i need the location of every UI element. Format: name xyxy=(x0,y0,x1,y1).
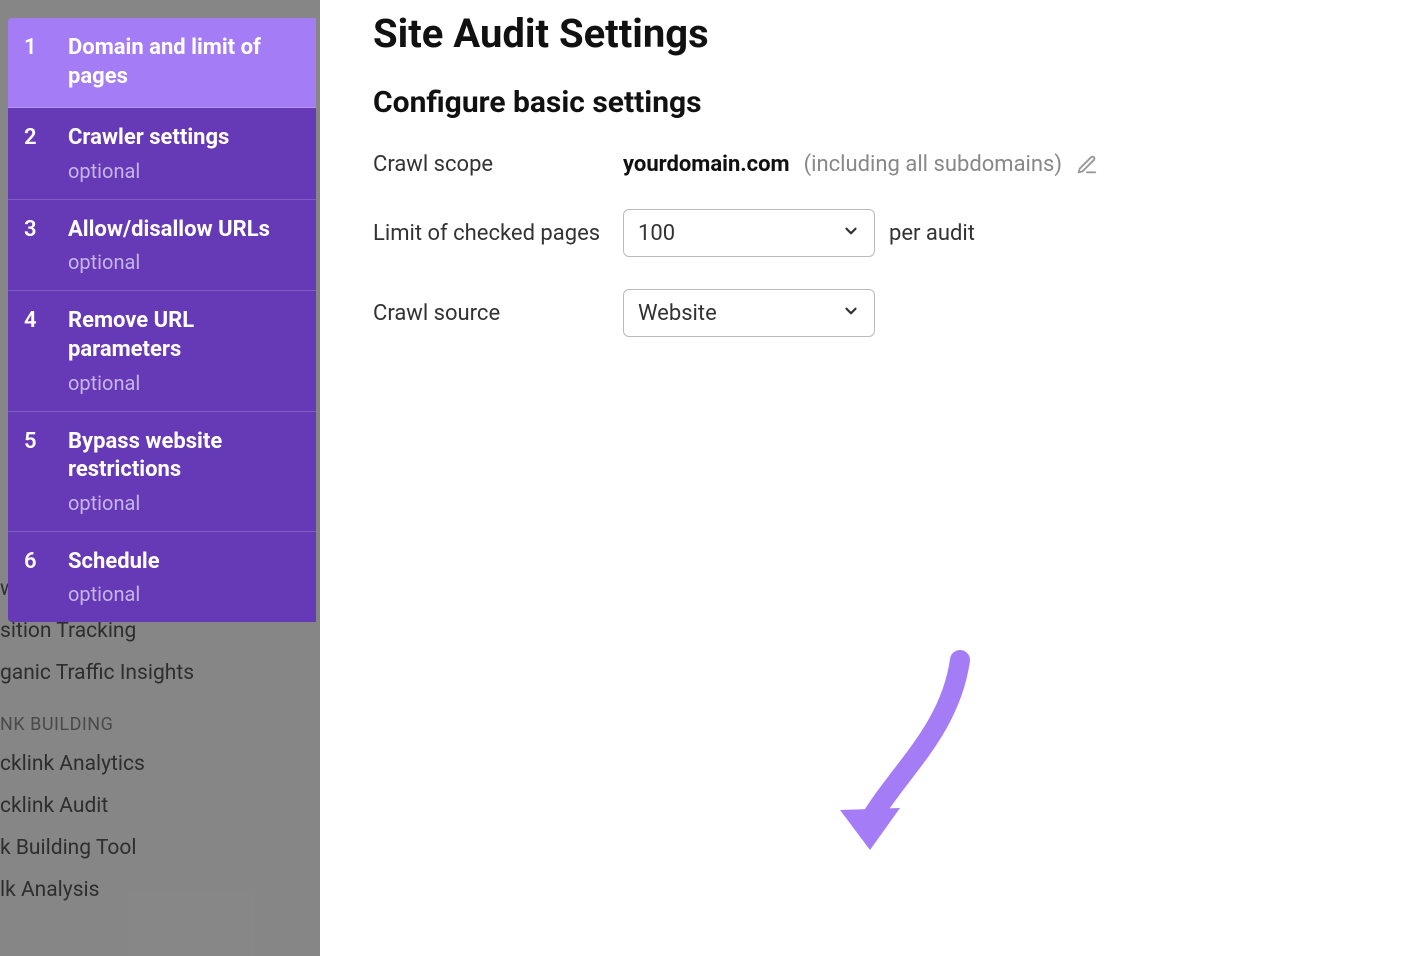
page-title: Site Audit Settings xyxy=(373,10,1357,57)
step-number: 5 xyxy=(24,428,68,515)
section-heading: Configure basic settings xyxy=(373,85,1357,120)
step-title: Crawler settings xyxy=(68,124,298,153)
limit-label: Limit of checked pages xyxy=(373,221,623,246)
step-subtitle: optional xyxy=(68,491,298,515)
limit-suffix: per audit xyxy=(889,221,975,246)
main-panel: Site Audit Settings Configure basic sett… xyxy=(373,10,1417,956)
row-limit: Limit of checked pages 100 per audit xyxy=(373,209,1357,257)
row-crawl-source: Crawl source Website xyxy=(373,289,1357,337)
step-number: 2 xyxy=(24,124,68,183)
step-subtitle: optional xyxy=(68,371,298,395)
wizard-step-allow-disallow[interactable]: 3 Allow/disallow URLs optional xyxy=(8,200,316,292)
step-number: 6 xyxy=(24,548,68,607)
step-number: 3 xyxy=(24,216,68,275)
wizard-step-bypass[interactable]: 5 Bypass website restrictions optional xyxy=(8,412,316,532)
wizard-step-domain[interactable]: 1 Domain and limit of pages xyxy=(8,18,316,108)
source-select[interactable]: Website xyxy=(623,289,875,337)
step-title: Allow/disallow URLs xyxy=(68,216,298,245)
step-subtitle: optional xyxy=(68,250,298,274)
step-subtitle: optional xyxy=(68,159,298,183)
source-value: Website xyxy=(638,301,717,326)
chevron-down-icon xyxy=(842,301,860,326)
wizard-step-schedule[interactable]: 6 Schedule optional xyxy=(8,532,316,623)
step-subtitle: optional xyxy=(68,582,298,606)
chevron-down-icon xyxy=(842,221,860,246)
wizard-steps: 1 Domain and limit of pages 2 Crawler se… xyxy=(8,18,316,622)
crawl-scope-label: Crawl scope xyxy=(373,152,623,177)
step-title: Bypass website restrictions xyxy=(68,428,298,485)
row-crawl-scope: Crawl scope yourdomain.com (including al… xyxy=(373,152,1357,177)
step-title: Remove URL parameters xyxy=(68,307,298,364)
wizard-step-crawler[interactable]: 2 Crawler settings optional xyxy=(8,108,316,200)
crawl-scope-domain: yourdomain.com xyxy=(623,152,790,177)
step-title: Domain and limit of pages xyxy=(68,34,298,91)
limit-select[interactable]: 100 xyxy=(623,209,875,257)
step-number: 1 xyxy=(24,34,68,91)
limit-value: 100 xyxy=(638,221,675,246)
edit-icon[interactable] xyxy=(1076,154,1098,176)
crawl-scope-note: (including all subdomains) xyxy=(804,152,1062,177)
step-number: 4 xyxy=(24,307,68,394)
source-label: Crawl source xyxy=(373,301,623,326)
step-title: Schedule xyxy=(68,548,298,577)
wizard-step-remove-params[interactable]: 4 Remove URL parameters optional xyxy=(8,291,316,411)
